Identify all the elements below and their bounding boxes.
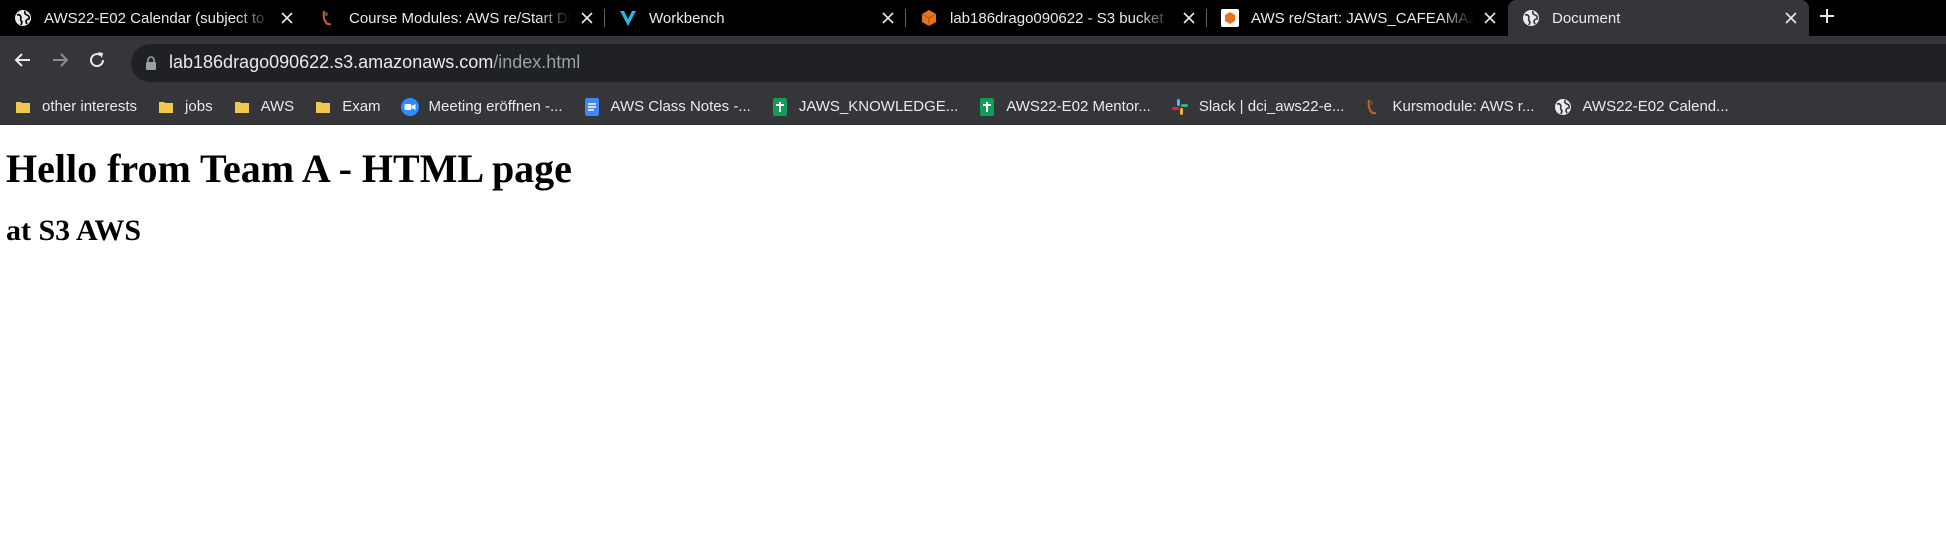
lock-icon[interactable]: [143, 55, 159, 71]
bookmark-label: AWS22-E02 Mentor...: [1006, 98, 1151, 115]
bookmark-label: Slack | dci_aws22-e...: [1198, 98, 1345, 115]
bookmark-kursmodule[interactable]: Kursmodule: AWS r...: [1364, 98, 1534, 116]
bookmark-aws22-mentor[interactable]: AWS22-E02 Mentor...: [978, 97, 1151, 116]
bookmark-folder-exam[interactable]: Exam: [314, 98, 381, 116]
bookmark-aws-class-notes[interactable]: AWS Class Notes -...: [583, 97, 751, 116]
close-icon[interactable]: [1480, 8, 1500, 28]
bookmark-label: jobs: [185, 98, 213, 115]
google-docs-icon: [583, 97, 601, 116]
reload-icon: [87, 50, 107, 75]
close-icon[interactable]: [878, 8, 898, 28]
bookmark-label: Kursmodule: AWS r...: [1392, 98, 1535, 115]
bookmark-jaws-knowledge[interactable]: JAWS_KNOWLEDGE...: [771, 97, 959, 116]
vocareum-icon: [619, 9, 637, 27]
zoom-icon: [400, 97, 419, 116]
bookmark-folder-jobs[interactable]: jobs: [157, 98, 213, 116]
page-heading: Hello from Team A - HTML page: [6, 146, 572, 191]
globe-icon: [14, 9, 32, 27]
folder-icon: [233, 98, 251, 116]
address-bar[interactable]: lab186drago090622.s3.amazonaws.com/index…: [131, 43, 1946, 82]
bookmark-label: Meeting eröffnen -...: [428, 98, 563, 115]
arrow-right-icon: [50, 50, 70, 75]
bookmark-label: JAWS_KNOWLEDGE...: [798, 98, 959, 115]
aws-cube-icon: [920, 9, 938, 27]
bookmark-label: Exam: [342, 98, 381, 115]
browser-toolbar: lab186drago090622.s3.amazonaws.com/index…: [0, 36, 1946, 89]
tab-title: AWS re/Start: JAWS_CAFEAMAZO: [1251, 9, 1474, 27]
canvas-icon: [319, 9, 337, 27]
bookmark-label: other interests: [42, 98, 138, 115]
arrow-left-icon: [13, 50, 33, 75]
slack-icon: [1171, 98, 1189, 116]
globe-icon: [1522, 9, 1540, 27]
bookmark-slack[interactable]: Slack | dci_aws22-e...: [1171, 98, 1345, 116]
plus-icon: [1819, 8, 1835, 29]
reload-button[interactable]: [82, 48, 112, 78]
canvas-icon: [1364, 98, 1382, 116]
back-button[interactable]: [8, 48, 38, 78]
close-icon[interactable]: [577, 8, 597, 28]
tab-title: Workbench: [649, 9, 725, 27]
bookmark-label: AWS: [260, 98, 295, 115]
url-host: lab186drago090622.s3.amazonaws.com: [169, 52, 494, 72]
tab-s3-bucket[interactable]: lab186drago090622 - S3 bucket: [906, 0, 1207, 36]
bookmark-zoom-meeting[interactable]: Meeting eröffnen -...: [400, 97, 563, 116]
google-sheets-icon: [771, 97, 789, 116]
tab-title: Course Modules: AWS re/Start DE: [349, 9, 571, 27]
tab-calendar[interactable]: AWS22-E02 Calendar (subject to: [0, 0, 305, 36]
bookmarks-bar: other interests jobs AWS Exam Meeting er…: [0, 89, 1946, 125]
aws-cube-icon: [1221, 9, 1239, 27]
new-tab-button[interactable]: [1809, 0, 1845, 36]
close-icon[interactable]: [1781, 8, 1801, 28]
forward-button[interactable]: [45, 48, 75, 78]
tab-title: lab186drago090622 - S3 bucket: [950, 9, 1164, 27]
bookmark-aws22-calendar[interactable]: AWS22-E02 Calend...: [1554, 98, 1729, 116]
url-path: /index.html: [493, 52, 581, 72]
bookmark-folder-other-interests[interactable]: other interests: [14, 98, 137, 116]
tab-workbench[interactable]: Workbench: [605, 0, 906, 36]
tab-title: AWS22-E02 Calendar (subject to: [44, 9, 265, 27]
bookmark-label: AWS22-E02 Calend...: [1582, 98, 1729, 115]
folder-icon: [14, 98, 32, 116]
tab-strip: AWS22-E02 Calendar (subject to Course Mo…: [0, 0, 1946, 36]
bookmark-label: AWS Class Notes -...: [610, 98, 751, 115]
page-subheading: at S3 AWS: [6, 214, 142, 247]
bookmark-folder-aws[interactable]: AWS: [233, 98, 295, 116]
close-icon[interactable]: [1179, 8, 1199, 28]
page-content: Hello from Team A - HTML page at S3 AWS: [0, 145, 1946, 249]
folder-icon: [157, 98, 175, 116]
globe-icon: [1554, 98, 1572, 116]
tab-course-modules[interactable]: Course Modules: AWS re/Start DE: [305, 0, 605, 36]
tab-document[interactable]: Document: [1508, 0, 1809, 36]
tab-title: Document: [1552, 9, 1621, 27]
tab-jaws-cafe[interactable]: AWS re/Start: JAWS_CAFEAMAZO: [1207, 0, 1508, 36]
google-sheets-icon: [978, 97, 996, 116]
close-icon[interactable]: [277, 8, 297, 28]
folder-icon: [314, 98, 332, 116]
